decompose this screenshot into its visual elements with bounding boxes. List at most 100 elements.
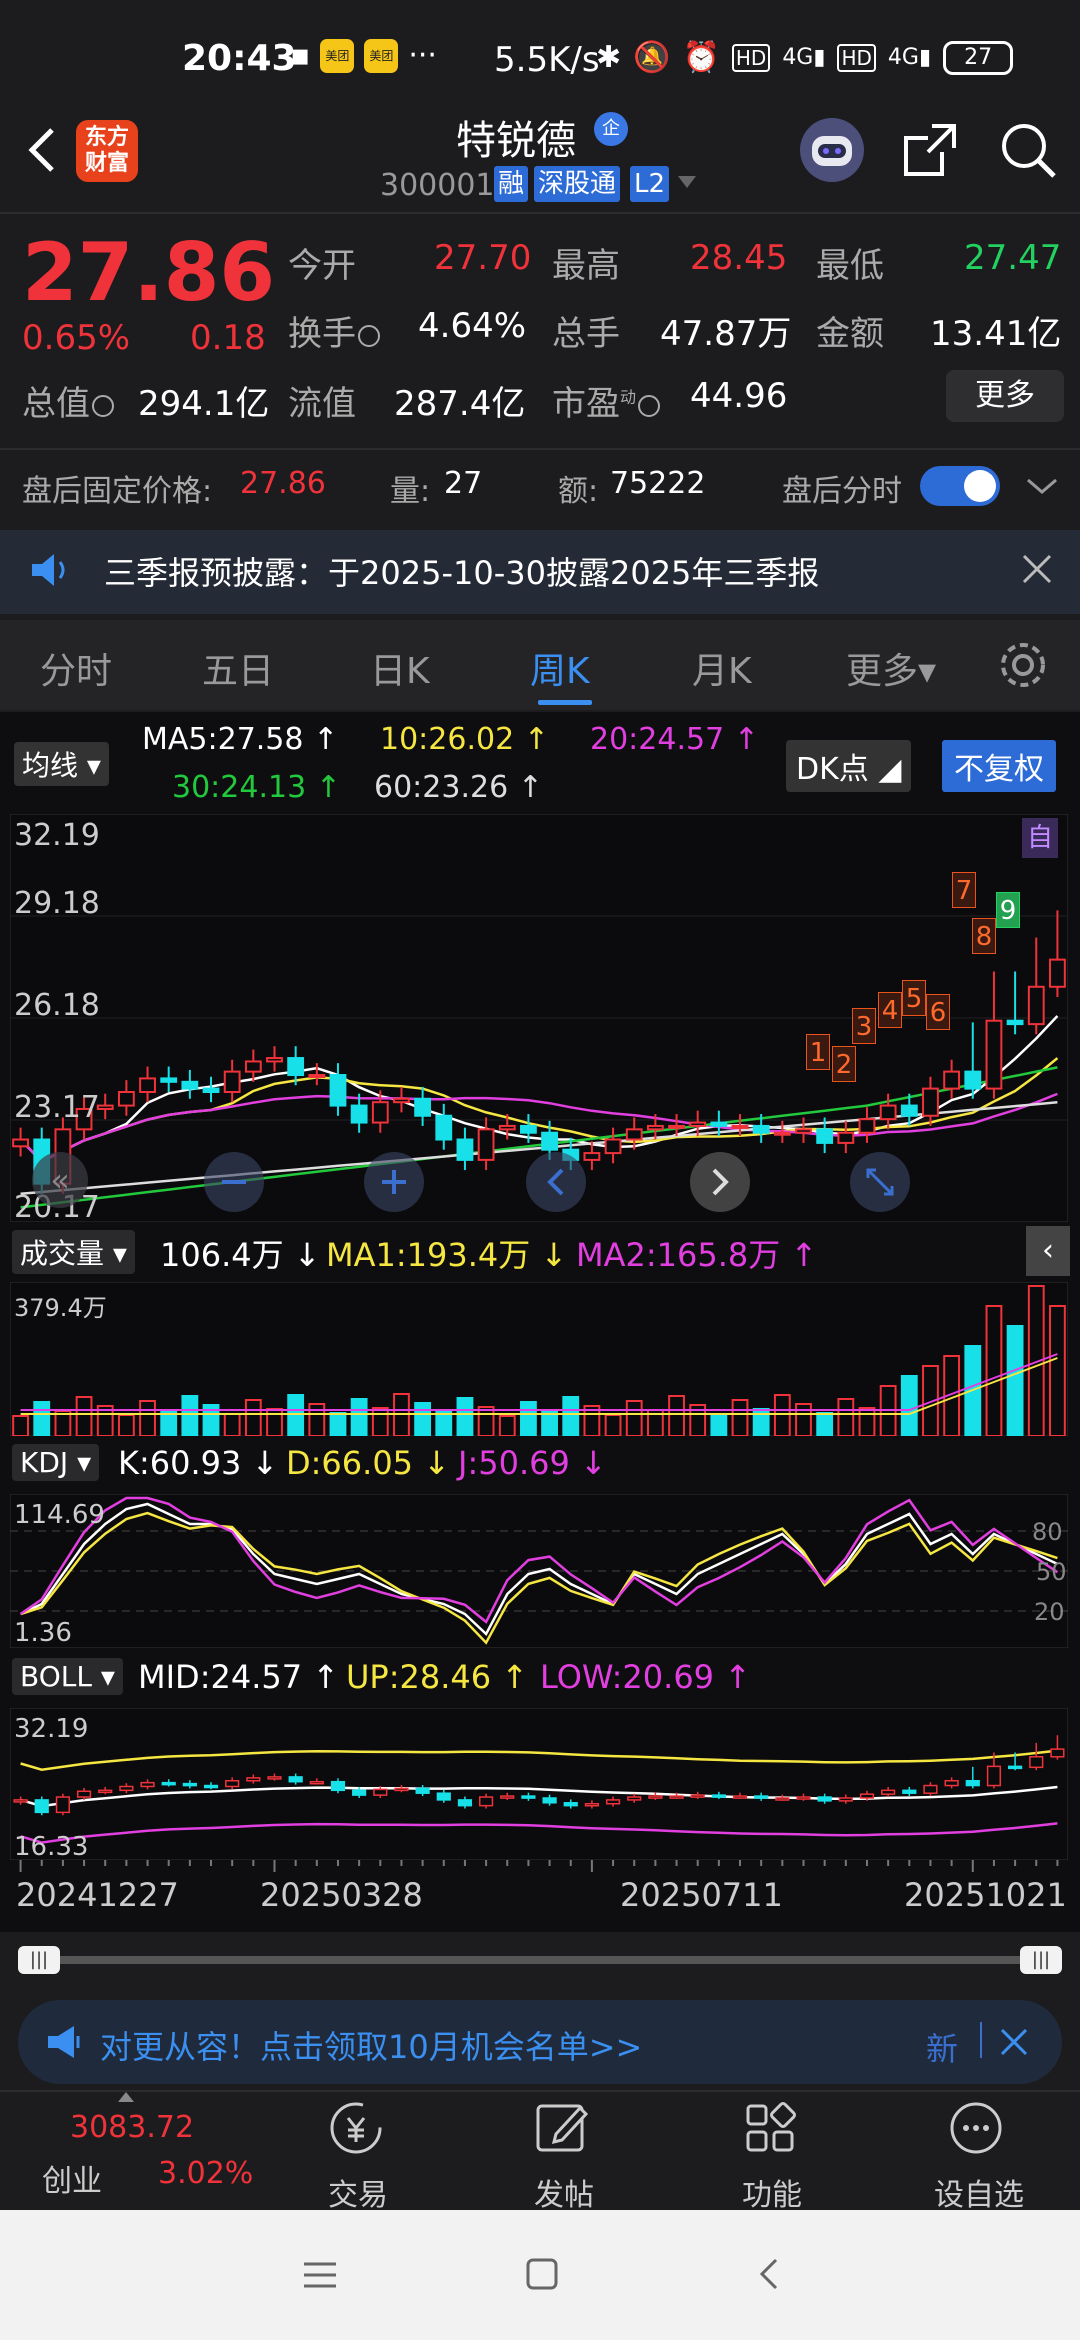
- boll-candle: [330, 1780, 346, 1792]
- turnover-label[interactable]: 换手: [288, 306, 380, 355]
- dropdown-arrow-icon[interactable]: [678, 176, 696, 188]
- gear-icon[interactable]: [996, 638, 1050, 696]
- candle: [477, 1128, 495, 1161]
- nav-functions[interactable]: 功能: [742, 2170, 802, 2214]
- amount-label: 金额: [816, 314, 884, 354]
- candle: [922, 1087, 939, 1117]
- search-icon[interactable]: [996, 118, 1060, 182]
- notice-text: 三季报预披露：于2025-10-30披露2025年三季报: [104, 554, 820, 592]
- volume-bar: [816, 1412, 834, 1436]
- volume-bar: [350, 1398, 368, 1436]
- edit-icon[interactable]: [532, 2098, 592, 2162]
- boll-axis-top: 32.19: [14, 1714, 89, 1744]
- nav-add-watchlist[interactable]: 设自选: [934, 2170, 1024, 2214]
- boll-candle: [436, 1792, 451, 1801]
- boll-selector[interactable]: BOLL ▾: [12, 1658, 123, 1695]
- close-icon[interactable]: [998, 2026, 1030, 2062]
- volume-selector[interactable]: 成交量 ▾: [12, 1230, 135, 1274]
- tab-more[interactable]: 更多▾: [846, 642, 936, 694]
- range-handle-right[interactable]: |||: [1020, 1946, 1062, 1974]
- boll-candle: [775, 1797, 790, 1801]
- mktcap-label[interactable]: 总值: [22, 376, 114, 425]
- range-scrollbar[interactable]: [20, 1956, 1060, 1964]
- nav-trade[interactable]: 交易: [328, 2170, 388, 2214]
- current-price: 27.86: [22, 226, 276, 319]
- tab-five-day[interactable]: 五日: [202, 642, 274, 694]
- candle: [1006, 1019, 1024, 1026]
- more-button[interactable]: 更多: [946, 370, 1064, 422]
- volume-bar: [371, 1407, 389, 1436]
- tab-weekly-k[interactable]: 周K: [530, 642, 590, 694]
- zoom-in-button[interactable]: [364, 1152, 424, 1212]
- date-label-3: 20250711: [620, 1876, 783, 1914]
- boll-candle: [1050, 1748, 1065, 1758]
- td-mark-3: 3: [852, 1008, 876, 1044]
- info-icon: [638, 394, 661, 417]
- volume-bar: [604, 1414, 622, 1436]
- boll-candle: [754, 1795, 769, 1799]
- tab-daily-k[interactable]: 日K: [370, 642, 430, 694]
- adjust-selector[interactable]: 不复权: [942, 740, 1056, 792]
- fullscreen-button[interactable]: [850, 1152, 910, 1212]
- candle: [329, 1074, 347, 1107]
- volume-bar: [498, 1415, 516, 1436]
- ma-selector[interactable]: 均线 ▾: [14, 742, 109, 786]
- change-amount: 0.18: [190, 318, 266, 358]
- more-circle-icon[interactable]: [946, 2098, 1006, 2162]
- change-percent: 0.65%: [22, 318, 131, 358]
- collapse-panel-button[interactable]: ‹: [1026, 1226, 1070, 1276]
- volume-bar: [181, 1395, 199, 1436]
- scroll-right-button[interactable]: [690, 1152, 750, 1212]
- grid-icon[interactable]: [740, 2098, 800, 2162]
- kdj-selector[interactable]: KDJ ▾: [12, 1444, 100, 1481]
- date-ticks: [19, 1860, 1059, 1872]
- home-icon[interactable]: [524, 2256, 560, 2296]
- active-tab-indicator: [538, 700, 592, 705]
- share-icon[interactable]: [898, 118, 962, 182]
- after-hours-price: 27.86: [240, 466, 326, 501]
- tab-intraday[interactable]: 分时: [40, 642, 112, 694]
- index-name[interactable]: 创业: [42, 2156, 102, 2200]
- boll-chart[interactable]: [10, 1708, 1068, 1860]
- back-nav-icon[interactable]: [754, 2254, 784, 2298]
- scroll-left-button[interactable]: [526, 1152, 586, 1212]
- trade-icon[interactable]: [326, 2098, 386, 2162]
- after-hours-toggle-label: 盘后分时: [782, 474, 902, 509]
- tab-monthly-k[interactable]: 月K: [692, 642, 752, 694]
- chevron-down-icon[interactable]: [1024, 474, 1060, 502]
- kdj-chart[interactable]: [10, 1494, 1068, 1648]
- nav-post[interactable]: 发帖: [534, 2170, 594, 2214]
- candle: [668, 1124, 685, 1129]
- candle: [520, 1124, 537, 1134]
- close-icon[interactable]: [1020, 552, 1054, 590]
- candle: [879, 1104, 897, 1121]
- assistant-robot-icon[interactable]: [800, 118, 864, 182]
- scroll-left-fast-icon[interactable]: «: [32, 1152, 88, 1208]
- header-divider: [0, 212, 1080, 214]
- boll-candle: [648, 1795, 663, 1799]
- volume-chart[interactable]: [10, 1282, 1068, 1436]
- zoom-out-button[interactable]: [204, 1152, 264, 1212]
- status-bar: 20:43 ▪ 美团 美团 ··· 5.5K/s ✱ 🔕 ⏰ HD 4G▮ HD…: [0, 0, 1080, 110]
- boll-candle: [119, 1785, 134, 1792]
- pe-label[interactable]: 市盈动: [552, 376, 661, 425]
- ma30-label: 30:24.13 ↑: [172, 770, 341, 805]
- candle: [625, 1128, 643, 1141]
- after-hours-toggle[interactable]: [920, 466, 1000, 506]
- open-label: 今开: [288, 246, 356, 286]
- back-button[interactable]: [18, 120, 68, 180]
- index-value[interactable]: 3083.72: [70, 2110, 194, 2145]
- volume-bar: [625, 1400, 643, 1436]
- info-icon: [92, 394, 114, 417]
- status-system-icons: ✱ 🔕 ⏰ HD 4G▮ HD 4G▮ 27: [596, 40, 1014, 75]
- boll-candle: [965, 1779, 980, 1787]
- dk-point-selector[interactable]: DK点 ◢: [786, 740, 912, 792]
- range-handle-left[interactable]: |||: [18, 1946, 60, 1974]
- menu-icon[interactable]: [300, 2258, 340, 2296]
- volume-bar: [731, 1399, 749, 1436]
- boll-candle: [352, 1789, 367, 1796]
- boll-candle: [76, 1790, 92, 1798]
- candle: [964, 1070, 982, 1090]
- volume-bar: [414, 1402, 432, 1436]
- boll-candle: [859, 1793, 875, 1799]
